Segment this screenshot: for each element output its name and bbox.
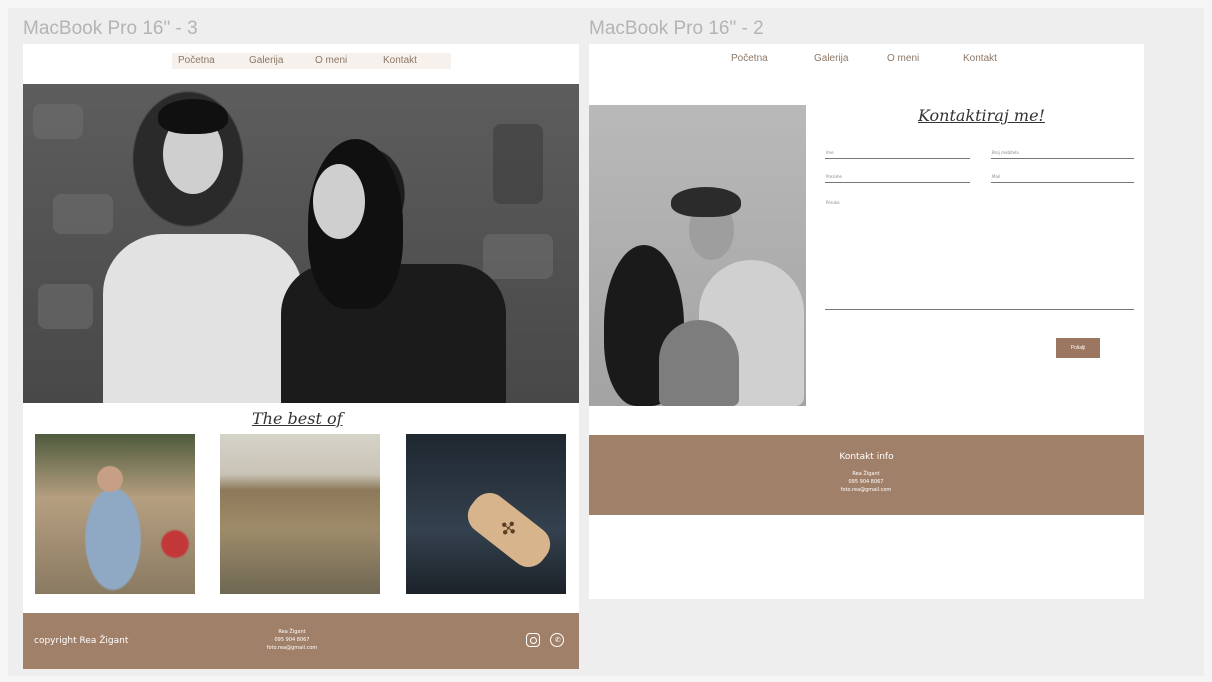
message-textarea[interactable] (825, 309, 1134, 310)
first-name-input[interactable] (825, 158, 970, 159)
last-name-input[interactable] (825, 182, 970, 183)
instagram-icon[interactable] (526, 633, 540, 647)
contact-info-phone: 095 904 8067 (848, 479, 884, 485)
email-label: Mail (992, 174, 1001, 179)
gallery-thumb-child[interactable] (35, 434, 195, 594)
nav-item-o-meni[interactable]: O meni (887, 53, 919, 64)
footer-contact-name: Rea Žigant (278, 629, 306, 635)
contact-info-block: Rea Žigant 095 904 8067 foto.rea@gmail.c… (821, 470, 911, 494)
nav-item-kontakt[interactable]: Kontakt (383, 55, 417, 66)
gallery-thumb-landscape[interactable] (220, 434, 380, 594)
nav-item-kontakt[interactable]: Kontakt (963, 53, 997, 64)
email-input[interactable] (991, 182, 1134, 183)
frame-title-right[interactable]: MacBook Pro 16" - 2 (589, 18, 764, 40)
wall-stone (53, 194, 113, 234)
home-page-frame: Početna Galerija O meni Kontakt The best… (23, 44, 579, 669)
woman-top (659, 320, 739, 406)
nav-item-o-meni[interactable]: O meni (315, 55, 347, 66)
nav-item-galerija[interactable]: Galerija (249, 55, 283, 66)
nav-item-galerija[interactable]: Galerija (814, 53, 848, 64)
best-of-heading: The best of (252, 409, 343, 428)
nav-item-pocetna[interactable]: Početna (178, 55, 215, 66)
wall-stone (38, 284, 93, 329)
cork-logo: ✣ (494, 513, 523, 543)
footer-copyright: copyright Rea Žigant (34, 636, 129, 646)
footer-contact-phone: 095 904 8067 (274, 637, 310, 643)
man-shirt (103, 234, 303, 403)
footer-contact-block: Rea Žigant 095 904 8067 foto.rea@gmail.c… (247, 628, 337, 652)
contact-photo-couple (589, 105, 806, 406)
last-name-label: Prezime (826, 174, 842, 179)
send-button[interactable]: Pošalji (1056, 338, 1100, 358)
man-hair (158, 99, 228, 134)
wall-stone (483, 234, 553, 279)
home-footer: copyright Rea Žigant Rea Žigant 095 904 … (23, 613, 579, 669)
message-label: Poruka (826, 200, 840, 205)
window (493, 124, 543, 204)
man-hair (671, 187, 741, 217)
contact-page-frame: Početna Galerija O meni Kontakt Kontakti… (589, 44, 1144, 599)
frame-title-left[interactable]: MacBook Pro 16" - 3 (23, 18, 198, 40)
contact-heading: Kontaktiraj me! (918, 106, 1045, 125)
wine-cork: ✣ (460, 485, 558, 575)
contact-info-name: Rea Žigant (852, 471, 880, 477)
phone-input[interactable] (991, 158, 1134, 159)
wall-stone (33, 104, 83, 139)
phone-label: Broj mobitela (992, 150, 1019, 155)
top-nav: Početna Galerija O meni Kontakt (172, 53, 451, 69)
nav-item-pocetna[interactable]: Početna (731, 53, 768, 64)
hero-photo-couple (23, 84, 579, 403)
footer-contact-email[interactable]: foto.rea@gmail.com (247, 644, 337, 652)
first-name-label: Ime (826, 150, 834, 155)
whatsapp-icon[interactable]: ✆ (550, 633, 564, 647)
woman-face (313, 164, 365, 239)
gallery-thumb-cork[interactable]: ✣ (406, 434, 566, 594)
contact-info-email[interactable]: foto.rea@gmail.com (821, 486, 911, 494)
contact-info-title: Kontakt info (839, 452, 894, 462)
contact-footer: Kontakt info Rea Žigant 095 904 8067 fot… (589, 435, 1144, 515)
